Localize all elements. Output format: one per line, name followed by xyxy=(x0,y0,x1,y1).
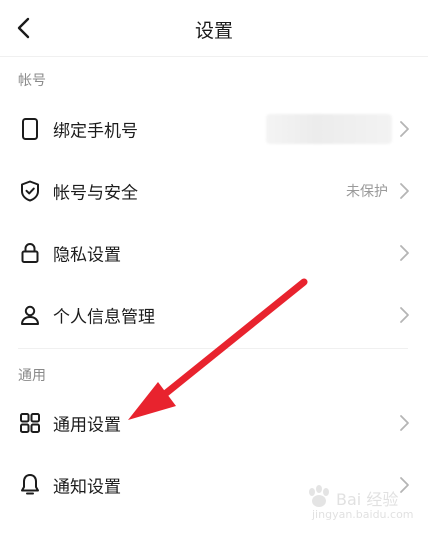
settings-item-bind-phone[interactable]: 绑定手机号 xyxy=(0,98,428,160)
paw-logo-icon xyxy=(309,485,329,507)
bell-icon xyxy=(17,472,43,498)
watermark-url: jingyan.baidu.com xyxy=(312,508,414,521)
section-label-account: 帐号 xyxy=(18,73,46,89)
settings-item-general[interactable]: 通用设置 xyxy=(0,392,428,454)
person-icon xyxy=(17,302,43,328)
settings-item-privacy[interactable]: 隐私设置 xyxy=(0,222,428,284)
settings-item-label: 个人信息管理 xyxy=(53,307,155,328)
phone-icon xyxy=(17,116,43,142)
settings-item-label: 通知设置 xyxy=(53,477,121,498)
settings-item-account-security[interactable]: 帐号与安全 未保护 xyxy=(0,160,428,222)
protection-status: 未保护 xyxy=(346,184,388,200)
settings-item-label: 隐私设置 xyxy=(53,245,121,266)
grid-icon xyxy=(17,410,43,436)
settings-item-label: 通用设置 xyxy=(53,415,121,436)
section-label-general: 通用 xyxy=(18,368,46,384)
masked-phone-number xyxy=(266,114,392,144)
lock-icon xyxy=(17,240,43,266)
settings-item-label: 绑定手机号 xyxy=(53,121,138,142)
watermark: Bai 经验 jingyan.baidu.com xyxy=(300,484,424,528)
settings-item-personal-info[interactable]: 个人信息管理 xyxy=(0,284,428,346)
chevron-right-icon xyxy=(400,183,409,199)
settings-item-label: 帐号与安全 xyxy=(53,183,138,204)
chevron-right-icon xyxy=(400,245,409,261)
page-title: 设置 xyxy=(194,20,233,42)
chevron-right-icon xyxy=(400,121,409,137)
watermark-brand: Bai 经验 xyxy=(336,490,399,509)
chevron-right-icon xyxy=(400,307,409,323)
shield-check-icon xyxy=(17,178,43,204)
section-divider xyxy=(18,348,408,349)
header-bar: 设置 xyxy=(0,0,428,57)
chevron-right-icon xyxy=(400,415,409,431)
